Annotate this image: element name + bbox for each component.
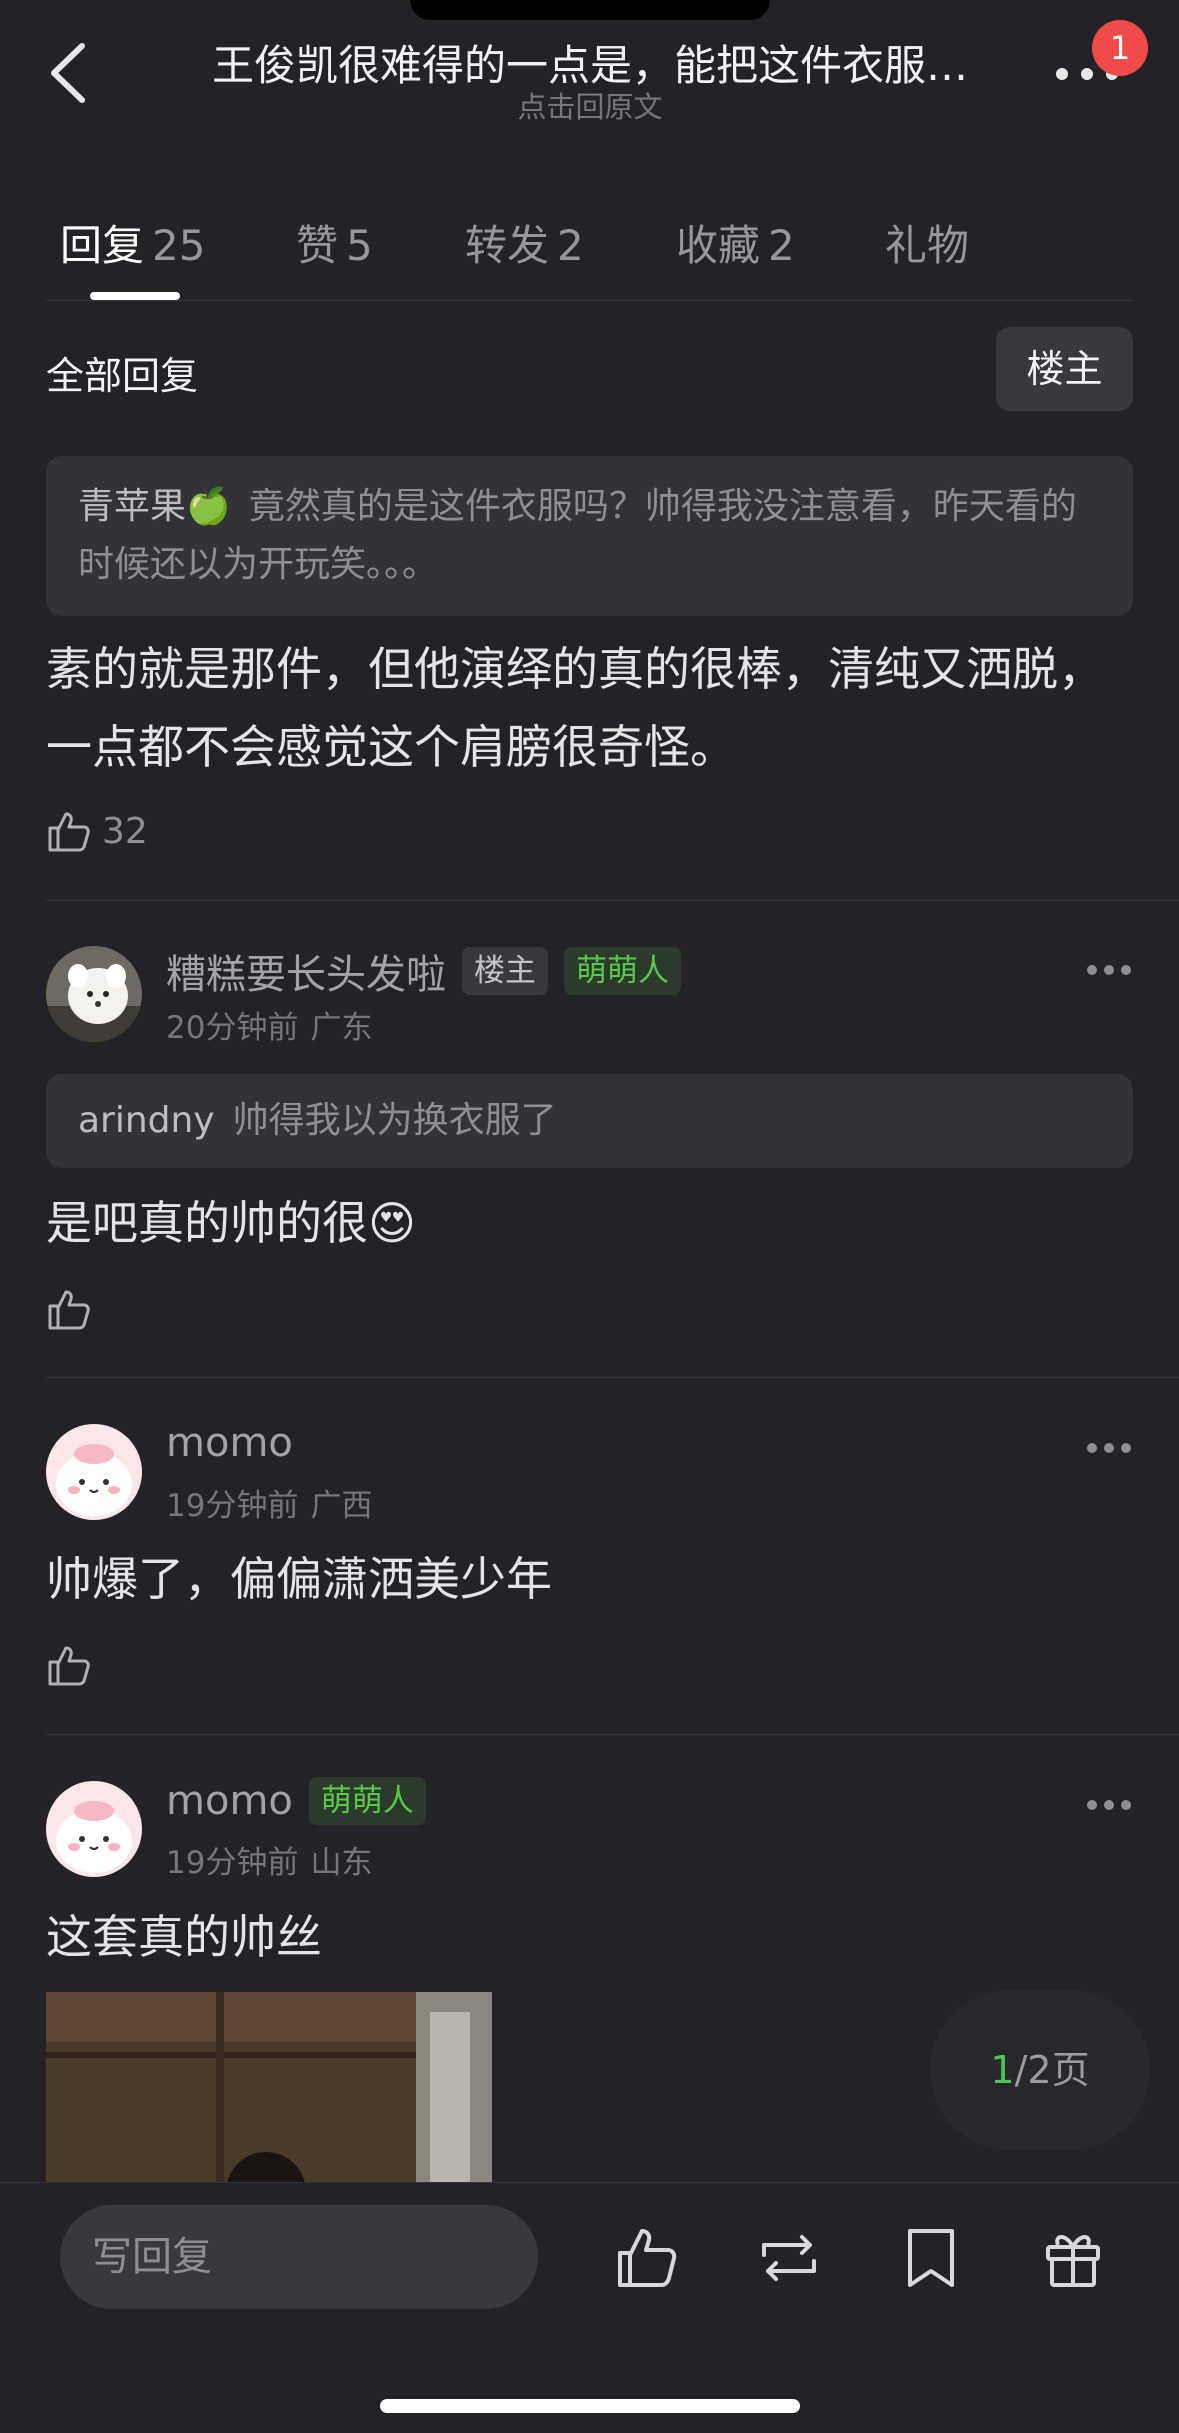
- user-tag: 萌萌人: [564, 947, 681, 995]
- quoted-user-name: arindny: [78, 1100, 215, 1141]
- comment-more-icon[interactable]: [1086, 1798, 1132, 1812]
- avatar[interactable]: [46, 1424, 142, 1520]
- back-to-original-link[interactable]: 点击回原文: [380, 84, 800, 126]
- repost-icon[interactable]: [754, 2223, 824, 2293]
- home-indicator: [380, 2399, 800, 2413]
- avatar[interactable]: [46, 1781, 142, 1877]
- thumbs-up-icon: [48, 1290, 90, 1330]
- avatar[interactable]: [46, 946, 142, 1042]
- tab-likes[interactable]: 赞5: [296, 212, 373, 273]
- bookmark-icon[interactable]: [896, 2223, 966, 2293]
- comment-photo[interactable]: [46, 1992, 492, 2182]
- pink-cartoon-avatar-icon: [46, 1424, 142, 1520]
- reply-input[interactable]: 写回复: [60, 2205, 538, 2309]
- gift-icon[interactable]: [1038, 2223, 1108, 2293]
- owner-filter-button[interactable]: 楼主: [996, 327, 1133, 411]
- notification-badge: 1: [1092, 20, 1148, 76]
- user-name-row: momo: [166, 1420, 293, 1466]
- comment-text: 是吧真的帅的很😍: [46, 1196, 416, 1250]
- tab-favorites[interactable]: 收藏 2: [676, 212, 795, 273]
- white-dog-avatar-icon: [46, 946, 142, 1042]
- like-button[interactable]: [46, 1640, 92, 1690]
- divider: [46, 1734, 1179, 1735]
- like-icon[interactable]: [612, 2223, 682, 2293]
- tab-replies[interactable]: 回复 25: [60, 212, 205, 273]
- comment-meta: 20分钟前 广东: [166, 1010, 373, 1046]
- tab-reposts[interactable]: 转发 2: [465, 212, 584, 273]
- active-tab-indicator: [90, 292, 180, 300]
- user-name[interactable]: momo: [166, 1420, 293, 1466]
- comment-text: 素的就是那件，但他演绎的真的很棒，清纯又洒脱，一点都不会感觉这个肩膀很奇怪。: [46, 642, 1104, 774]
- tab-gifts[interactable]: 礼物: [885, 212, 969, 273]
- like-count: 32: [102, 810, 148, 852]
- tab-bar: 回复 25 赞5 转发 2 收藏 2 礼物: [0, 200, 1179, 300]
- quoted-reply[interactable]: 青苹果🍏 竟然真的是这件衣服吗？帅得我没注意看，昨天看的时候还以为开玩笑。。。: [46, 456, 1133, 616]
- comment-meta: 19分钟前 山东: [166, 1845, 373, 1881]
- bottom-action-bar: 写回复: [0, 2182, 1179, 2433]
- thumbs-up-icon: [48, 1646, 90, 1686]
- quoted-reply[interactable]: arindny 帅得我以为换衣服了: [46, 1074, 1133, 1168]
- comment-text: 这套真的帅丝: [46, 1910, 322, 1964]
- owner-tag: 楼主: [462, 947, 548, 995]
- divider: [46, 900, 1179, 901]
- quoted-text: 帅得我以为换衣服了: [232, 1100, 557, 1141]
- comment-text: 帅爆了，偏偏潇洒美少年: [46, 1552, 552, 1606]
- divider: [46, 300, 1133, 301]
- user-name-row: momo 萌萌人: [166, 1777, 426, 1825]
- top-nav-bar: 王俊凯很难得的一点是，能把这件衣服… 点击回原文 1: [0, 0, 1179, 140]
- comment-more-icon[interactable]: [1086, 1441, 1132, 1455]
- comment-meta: 19分钟前 广西: [166, 1488, 373, 1524]
- user-name-row: 糟糕要长头发啦 楼主 萌萌人: [166, 942, 681, 1000]
- pink-cartoon-avatar-icon: [46, 1781, 142, 1877]
- user-tag: 萌萌人: [308, 1777, 426, 1825]
- all-replies-label: 全部回复: [46, 354, 199, 398]
- thumbs-up-icon: [48, 812, 90, 852]
- like-button[interactable]: 32: [46, 806, 148, 856]
- divider: [46, 1377, 1179, 1378]
- user-name[interactable]: momo: [166, 1778, 293, 1824]
- user-name[interactable]: 糟糕要长头发啦: [166, 942, 446, 1000]
- back-arrow-icon[interactable]: [44, 38, 96, 108]
- page-indicator[interactable]: 1/2页: [930, 1990, 1150, 2150]
- photo-thumbnail: [46, 1992, 492, 2182]
- comment-more-icon[interactable]: [1086, 963, 1132, 977]
- like-button[interactable]: [46, 1284, 92, 1334]
- quoted-user-name: 青苹果🍏: [78, 486, 231, 527]
